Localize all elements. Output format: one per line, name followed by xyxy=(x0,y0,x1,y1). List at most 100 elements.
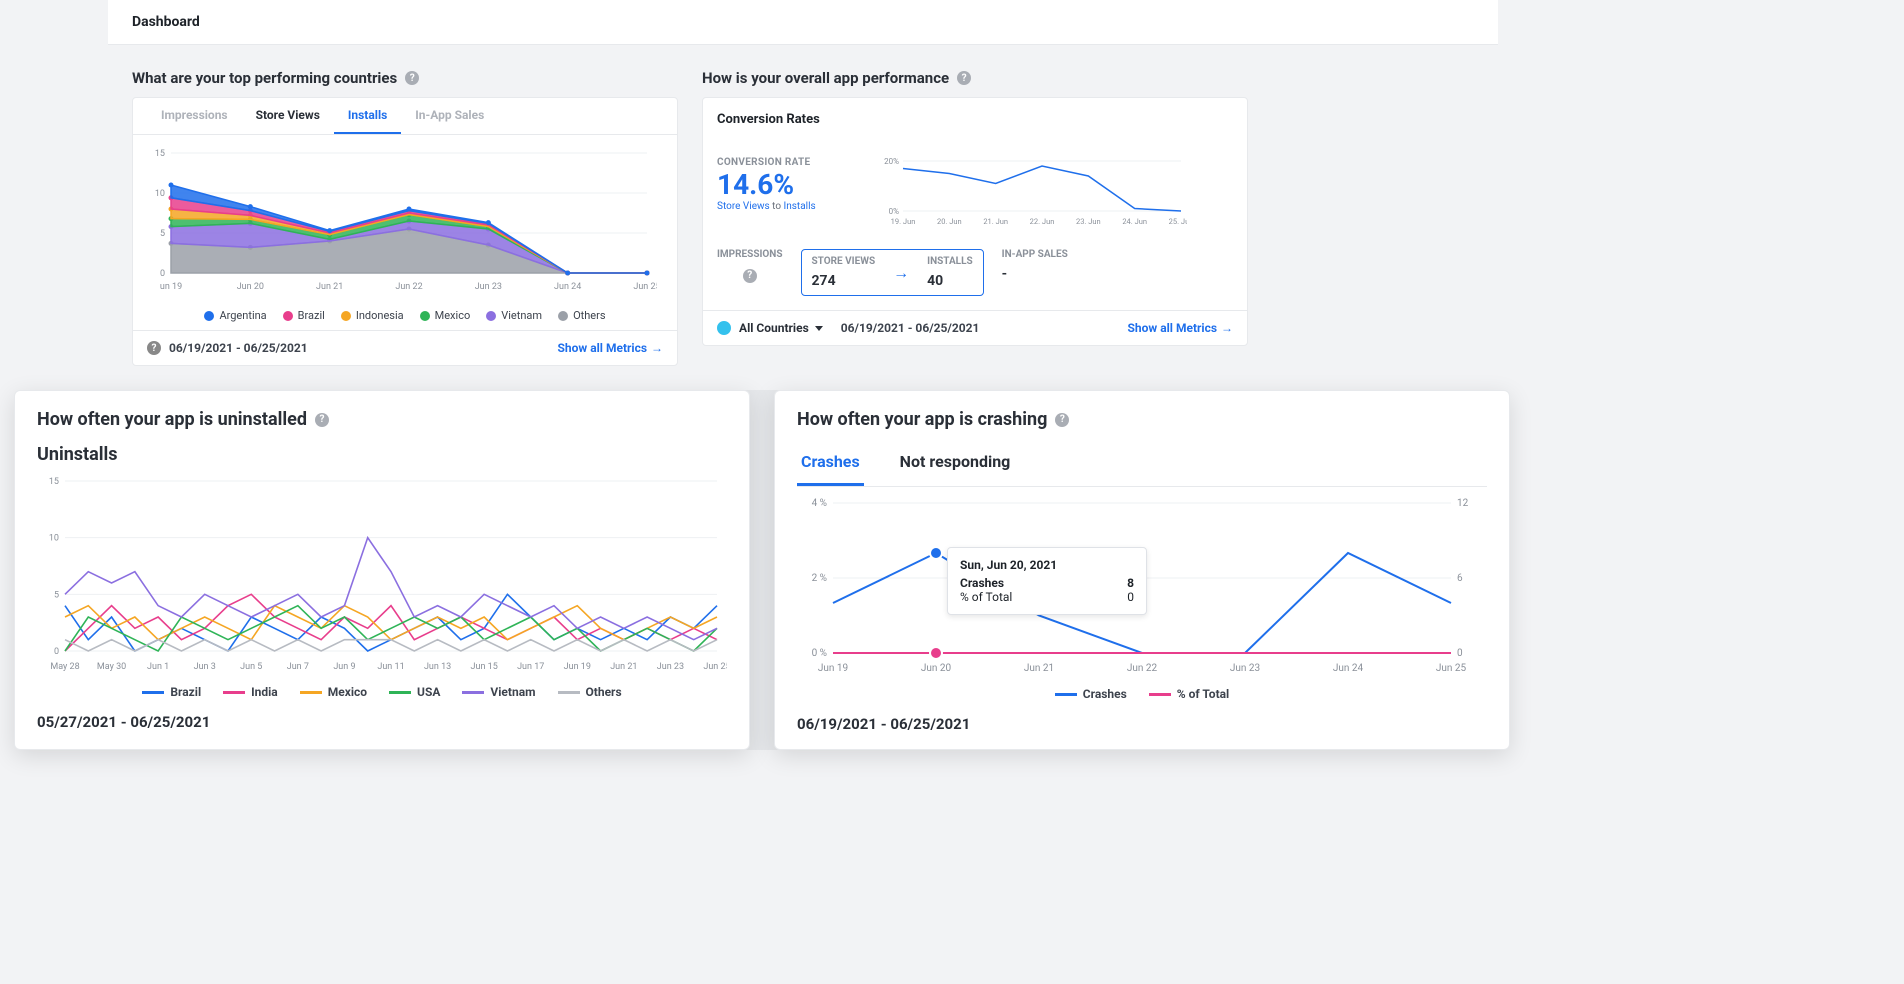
conversion-chart: 0%20%19. Jun20. Jun21. Jun22. Jun23. Jun… xyxy=(877,157,1187,227)
svg-text:6: 6 xyxy=(1457,573,1463,584)
svg-text:Jun 21: Jun 21 xyxy=(610,662,637,672)
arrow-right-icon: → xyxy=(893,263,909,283)
svg-text:Jun 25: Jun 25 xyxy=(1436,663,1467,674)
svg-text:12: 12 xyxy=(1457,498,1469,509)
svg-text:Jun 23: Jun 23 xyxy=(657,662,684,672)
svg-text:23. Jun: 23. Jun xyxy=(1076,217,1101,226)
svg-text:Jun 22: Jun 22 xyxy=(395,282,422,292)
svg-text:0: 0 xyxy=(160,269,165,279)
svg-text:19. Jun: 19. Jun xyxy=(891,217,916,226)
svg-text:Jun 24: Jun 24 xyxy=(1333,663,1364,674)
svg-text:5: 5 xyxy=(54,590,59,600)
dashboard-header: Dashboard xyxy=(108,0,1498,45)
countries-dropdown[interactable]: All Countries xyxy=(739,321,823,335)
uninstalls-title: Uninstalls xyxy=(37,444,727,465)
performance-title: How is your overall app performance xyxy=(702,69,949,87)
svg-text:Jun 19: Jun 19 xyxy=(564,662,591,672)
conversion-rate-value: 14.6% xyxy=(717,168,857,201)
in-app-sales-value: - xyxy=(1002,266,1068,282)
installs-label: INSTALLS xyxy=(927,256,973,267)
conversion-rates-title: Conversion Rates xyxy=(703,98,1247,141)
chart-tooltip: Sun, Jun 20, 2021 Crashes8 % of Total0 xyxy=(947,547,1147,615)
svg-text:5: 5 xyxy=(160,229,165,239)
impressions-label: IMPRESSIONS xyxy=(717,249,783,260)
svg-text:Jun 13: Jun 13 xyxy=(424,662,451,672)
date-range: 06/19/2021 - 06/25/2021 xyxy=(841,321,980,335)
top-countries-legend: ArgentinaBrazilIndonesiaMexicoVietnamOth… xyxy=(147,301,663,322)
svg-text:Jun 11: Jun 11 xyxy=(377,662,404,672)
svg-text:Jun 22: Jun 22 xyxy=(1127,663,1158,674)
svg-text:15: 15 xyxy=(49,477,59,487)
conversion-sub: Store Views to Installs xyxy=(717,201,857,212)
store-views-value: 274 xyxy=(812,273,876,289)
arrow-right-icon: → xyxy=(1221,321,1233,335)
top-countries-title: What are your top performing countries xyxy=(132,69,397,87)
tab-not-responding[interactable]: Not responding xyxy=(896,444,1015,486)
svg-text:Jun 21: Jun 21 xyxy=(1024,663,1054,674)
date-range: 06/19/2021 - 06/25/2021 xyxy=(797,701,1487,733)
top-countries-chart: 0 5 10 15 un 19 Jun 20 Jun 21 Jun 22 Jun 23 Jun 2… xyxy=(147,147,657,297)
in-app-sales-label: IN-APP SALES xyxy=(1002,249,1068,260)
conversion-funnel-selected: STORE VIEWS 274 → INSTALLS 40 xyxy=(801,249,984,296)
store-views-label: STORE VIEWS xyxy=(812,256,876,267)
help-icon[interactable]: ? xyxy=(405,71,419,85)
svg-text:15: 15 xyxy=(155,149,165,159)
svg-text:0 %: 0 % xyxy=(812,648,827,659)
help-icon[interactable]: ? xyxy=(1055,413,1069,427)
svg-text:4 %: 4 % xyxy=(812,498,827,509)
show-all-metrics-link[interactable]: Show all Metrics → xyxy=(558,341,663,355)
tab-store-views[interactable]: Store Views xyxy=(242,98,334,134)
svg-text:Jun 25: Jun 25 xyxy=(703,662,727,672)
svg-text:Jun 3: Jun 3 xyxy=(194,662,216,672)
arrow-right-icon: → xyxy=(651,341,663,355)
svg-text:Jun 21: Jun 21 xyxy=(316,282,343,292)
svg-text:Jun 17: Jun 17 xyxy=(517,662,544,672)
top-countries-tabs: Impressions Store Views Installs In-App … xyxy=(133,98,677,135)
crashes-section-title: How often your app is crashing xyxy=(797,409,1047,430)
svg-text:un 19: un 19 xyxy=(160,282,182,292)
svg-text:21. Jun: 21. Jun xyxy=(983,217,1008,226)
crashes-card: How often your app is crashing ? Crashes… xyxy=(774,390,1510,750)
tab-installs[interactable]: Installs xyxy=(334,98,401,134)
svg-text:2 %: 2 % xyxy=(812,573,827,584)
help-icon[interactable]: ? xyxy=(147,341,161,355)
help-icon[interactable]: ? xyxy=(743,269,757,283)
svg-text:May 28: May 28 xyxy=(50,662,79,672)
svg-text:Jun 25: Jun 25 xyxy=(633,282,657,292)
installs-value: 40 xyxy=(927,273,973,289)
svg-text:Jun 19: Jun 19 xyxy=(818,663,848,674)
tab-in-app-sales[interactable]: In-App Sales xyxy=(401,98,498,134)
chevron-down-icon xyxy=(815,326,823,331)
svg-text:20. Jun: 20. Jun xyxy=(937,217,962,226)
uninstalls-section-title: How often your app is uninstalled xyxy=(37,409,307,430)
svg-text:Jun 7: Jun 7 xyxy=(287,662,309,672)
help-icon[interactable]: ? xyxy=(957,71,971,85)
top-countries-card: Impressions Store Views Installs In-App … xyxy=(132,97,678,366)
uninstalls-card: How often your app is uninstalled ? Unin… xyxy=(14,390,750,750)
svg-text:Jun 20: Jun 20 xyxy=(237,282,264,292)
svg-text:Jun 9: Jun 9 xyxy=(333,662,355,672)
dashboard-title: Dashboard xyxy=(132,14,200,30)
svg-text:22. Jun: 22. Jun xyxy=(1030,217,1055,226)
globe-icon xyxy=(717,321,731,335)
date-range: 06/19/2021 - 06/25/2021 xyxy=(169,341,308,355)
uninstalls-legend: BrazilIndiaMexicoUSAVietnamOthers xyxy=(37,685,727,699)
svg-text:Jun 5: Jun 5 xyxy=(240,662,262,672)
performance-card: Conversion Rates CONVERSION RATE 14.6% S… xyxy=(702,97,1248,346)
show-all-metrics-link[interactable]: Show all Metrics → xyxy=(1128,321,1233,335)
svg-text:Jun 23: Jun 23 xyxy=(1230,663,1260,674)
svg-text:Jun 20: Jun 20 xyxy=(921,663,952,674)
svg-text:Jun 24: Jun 24 xyxy=(554,282,581,292)
help-icon[interactable]: ? xyxy=(315,413,329,427)
svg-text:Jun 15: Jun 15 xyxy=(471,662,498,672)
svg-text:May 30: May 30 xyxy=(97,662,126,672)
svg-text:10: 10 xyxy=(155,189,165,199)
tab-crashes[interactable]: Crashes xyxy=(797,444,864,486)
svg-text:0: 0 xyxy=(54,647,59,657)
tab-impressions[interactable]: Impressions xyxy=(147,98,242,134)
svg-text:Jun 23: Jun 23 xyxy=(475,282,502,292)
svg-text:0: 0 xyxy=(1457,648,1463,659)
svg-text:Jun 1: Jun 1 xyxy=(147,662,169,672)
svg-text:24. Jun: 24. Jun xyxy=(1122,217,1147,226)
conversion-rate-label: CONVERSION RATE xyxy=(717,157,857,168)
